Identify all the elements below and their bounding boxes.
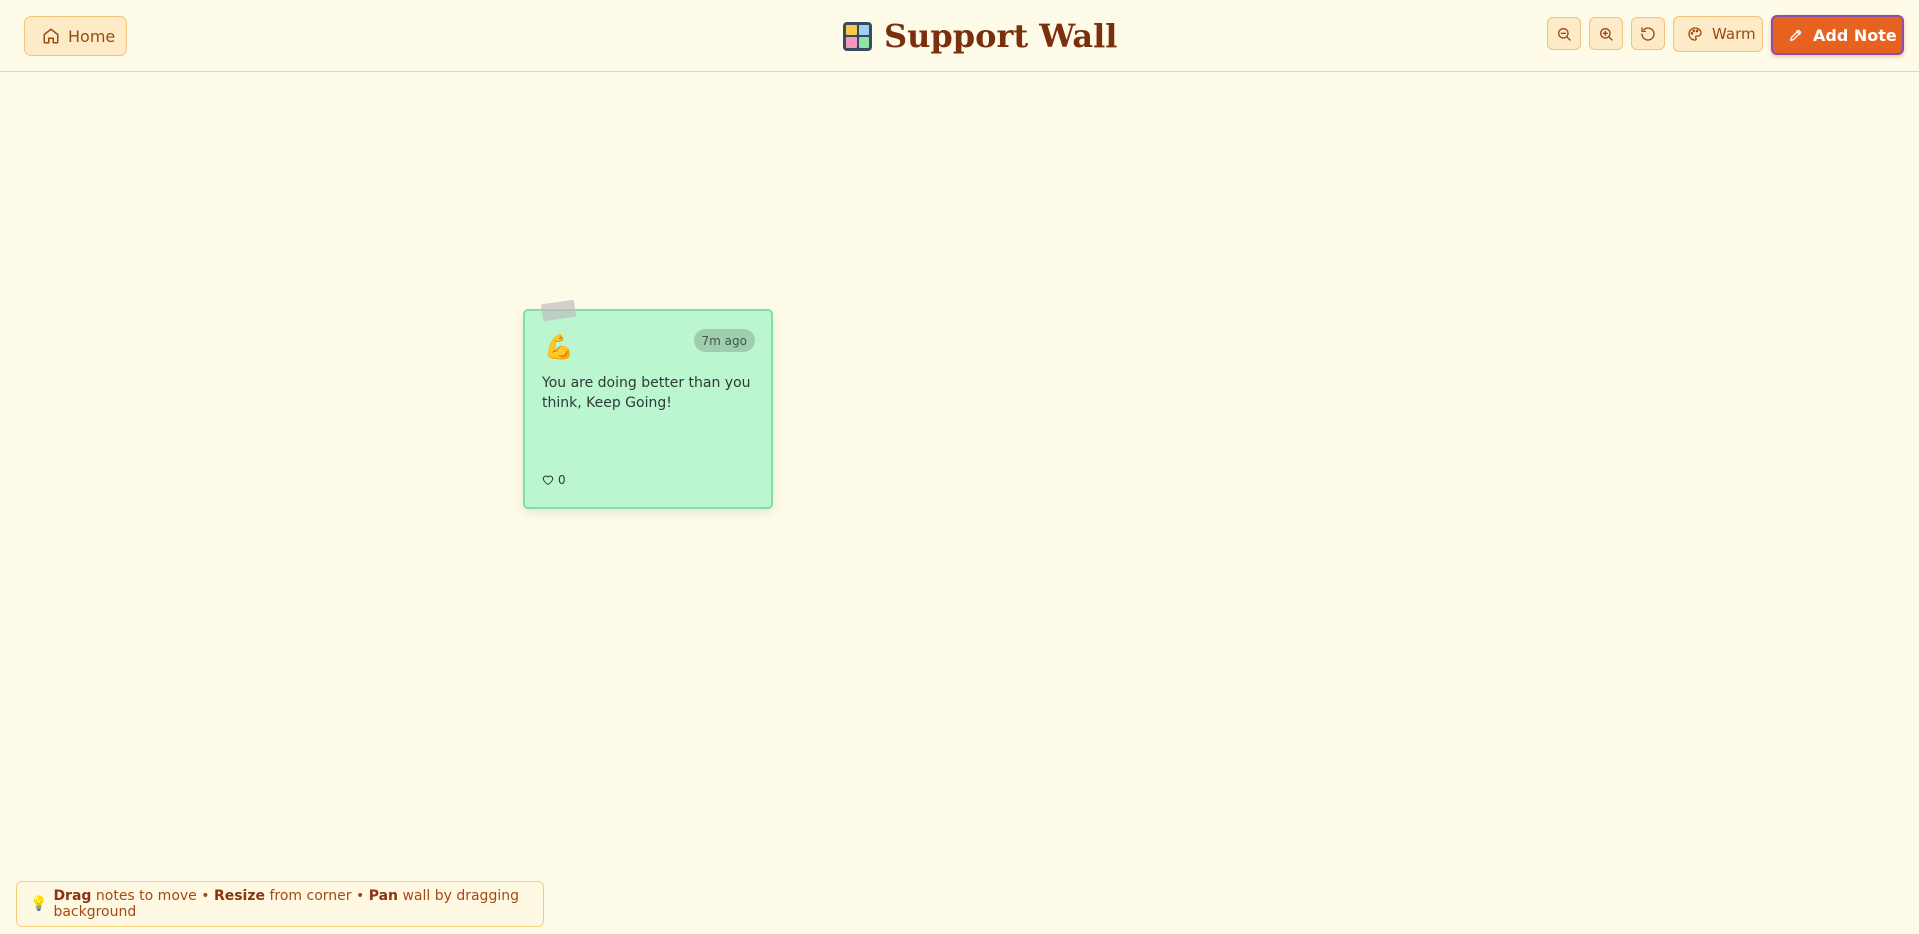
flexed-biceps-icon: 💪: [544, 333, 574, 361]
page-title: Support Wall: [843, 14, 1117, 58]
palette-icon: [1688, 27, 1702, 41]
theme-button[interactable]: Warm: [1673, 16, 1763, 52]
page-title-text: Support Wall: [884, 17, 1118, 55]
home-icon: [43, 28, 59, 44]
wall-grid-icon: [843, 21, 872, 51]
top-bar: Home Support Wall Warm Add Note: [0, 0, 1919, 72]
tape-strip: [540, 299, 577, 322]
zoom-out-button[interactable]: [1547, 17, 1581, 50]
reset-view-button[interactable]: [1631, 17, 1665, 50]
usage-hint: 💡 Drag notes to move • Resize from corne…: [16, 881, 544, 927]
pencil-icon: [1790, 29, 1802, 41]
hint-text: Drag notes to move • Resize from corner …: [53, 888, 519, 920]
add-note-button[interactable]: Add Note: [1771, 15, 1904, 55]
zoom-out-icon: [1558, 27, 1571, 41]
like-count: 0: [558, 473, 566, 487]
support-wall-canvas[interactable]: [0, 73, 1919, 934]
like-button[interactable]: 0: [542, 473, 566, 487]
zoom-in-icon: [1600, 27, 1613, 41]
lightbulb-icon: 💡: [30, 896, 48, 912]
reset-icon: [1641, 26, 1655, 41]
note-timestamp: 7m ago: [693, 329, 755, 352]
heart-icon: [542, 475, 554, 485]
sticky-note[interactable]: 💪 7m ago You are doing better than you t…: [523, 299, 773, 509]
theme-label: Warm: [1712, 25, 1756, 43]
zoom-in-button[interactable]: [1589, 17, 1623, 50]
home-button[interactable]: Home: [24, 16, 127, 56]
home-label: Home: [68, 26, 116, 46]
note-text: You are doing better than you think, Kee…: [542, 375, 751, 411]
add-note-label: Add Note: [1813, 25, 1897, 45]
